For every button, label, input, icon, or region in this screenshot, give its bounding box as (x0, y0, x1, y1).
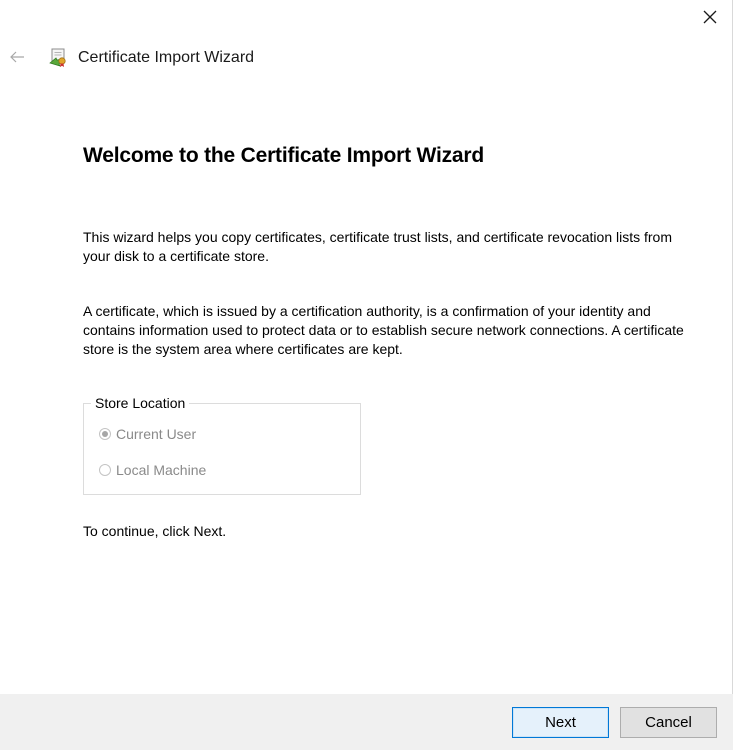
close-icon (703, 10, 717, 24)
store-location-legend: Store Location (91, 394, 190, 412)
intro-paragraph: This wizard helps you copy certificates,… (83, 229, 672, 264)
radio-button-unselected[interactable] (99, 464, 111, 476)
radio-label-current-user: Current User (116, 426, 197, 442)
certificate-icon (47, 46, 71, 70)
certificate-description-paragraph: A certificate, which is issued by a cert… (83, 303, 684, 357)
page-heading: Welcome to the Certificate Import Wizard (83, 144, 484, 167)
continue-instruction: To continue, click Next. (83, 523, 227, 539)
certificate-import-wizard-window: Certificate Import Wizard Welcome to the… (0, 0, 733, 750)
next-button[interactable]: Next (512, 707, 609, 738)
back-arrow-icon (10, 51, 24, 63)
cancel-button[interactable]: Cancel (620, 707, 717, 738)
radio-local-machine[interactable]: Local Machine (99, 461, 206, 479)
back-button[interactable] (4, 44, 30, 70)
radio-label-local-machine: Local Machine (116, 462, 207, 478)
window-title: Certificate Import Wizard (78, 49, 255, 66)
radio-current-user[interactable]: Current User (99, 425, 196, 443)
store-location-group (83, 403, 361, 495)
radio-button-selected[interactable] (99, 428, 111, 440)
close-button[interactable] (690, 0, 730, 34)
